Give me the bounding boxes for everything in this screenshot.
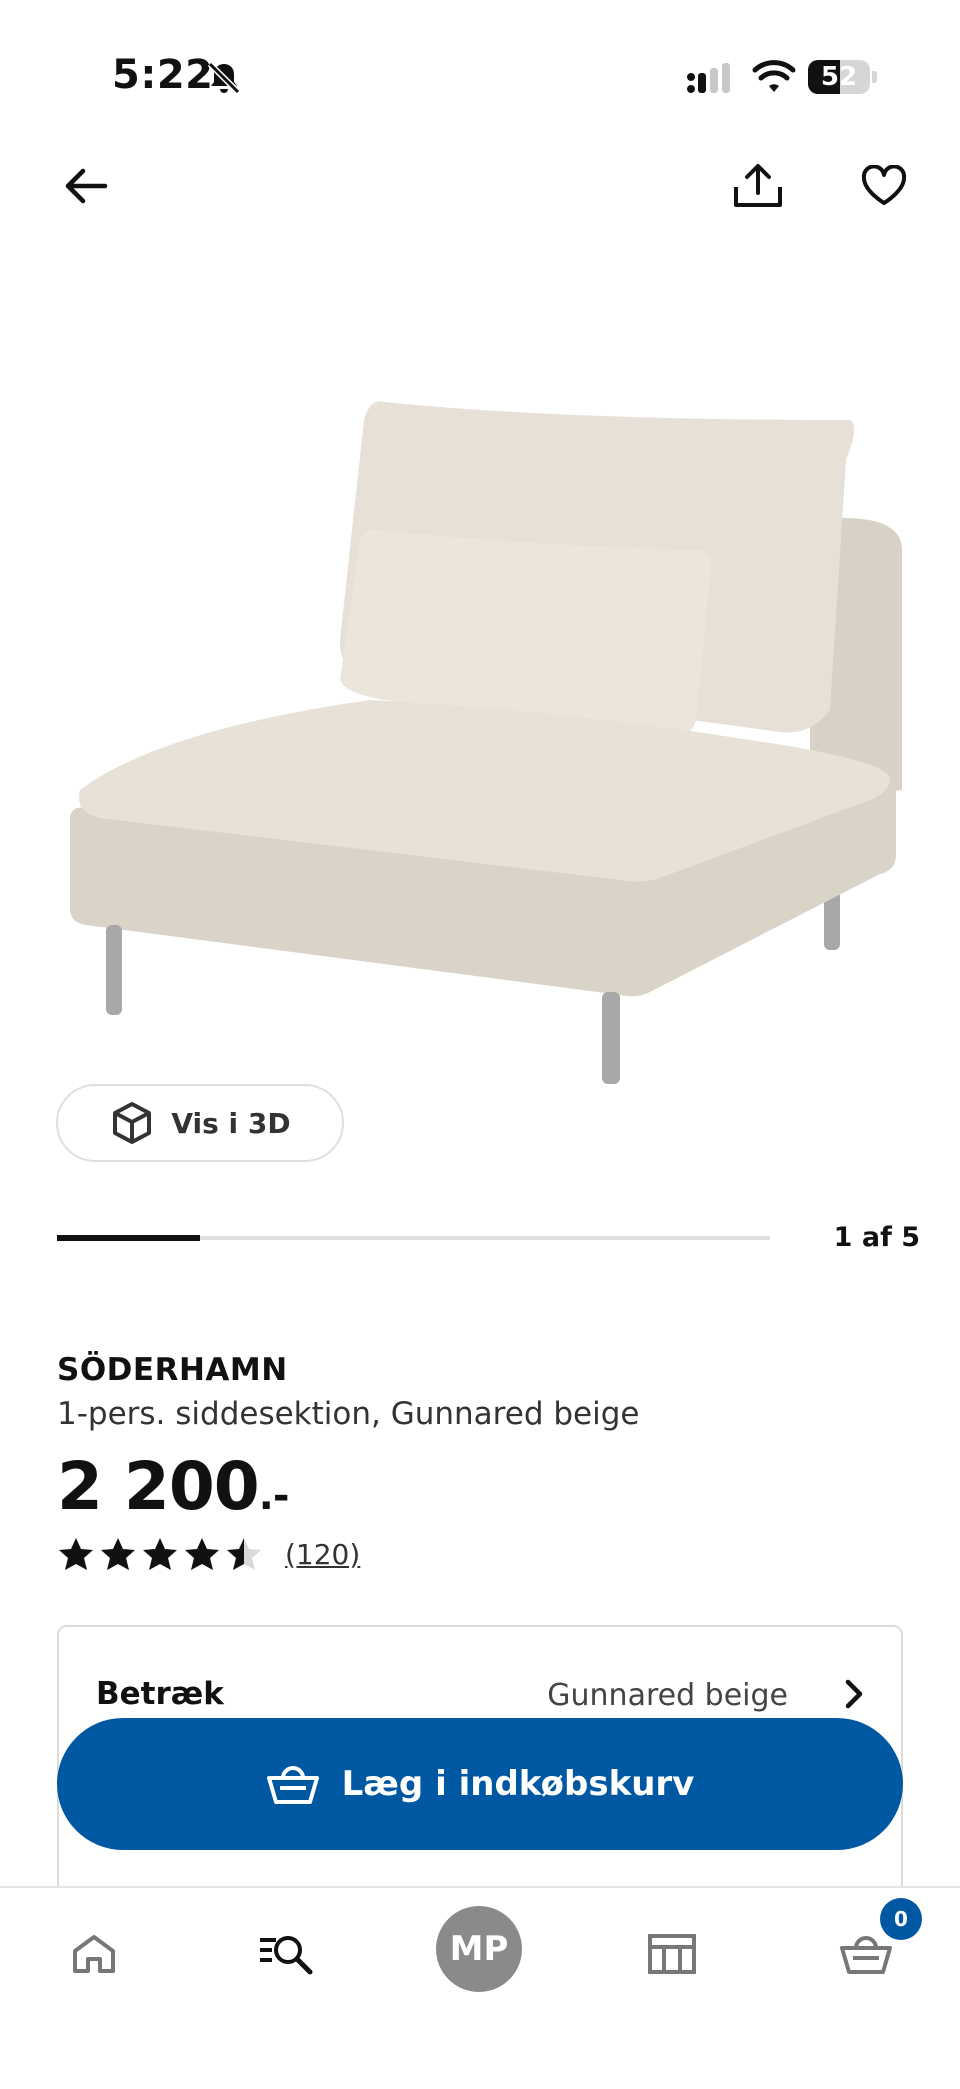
add-to-cart-button[interactable]: Læg i indkøbskurv (57, 1718, 903, 1850)
cube-icon (113, 1102, 152, 1144)
cart-count-badge: 0 (880, 1898, 922, 1940)
add-to-cart-label: Læg i indkøbskurv (341, 1764, 695, 1804)
product-image[interactable] (40, 380, 920, 1100)
cellular-signal-icon (687, 63, 730, 93)
view-3d-label: Vis i 3D (171, 1106, 291, 1140)
star-icon (59, 1538, 93, 1570)
battery-indicator: 52 (808, 60, 878, 94)
star-icon (143, 1538, 177, 1570)
star-icon (227, 1538, 261, 1570)
nav-stores[interactable] (632, 1914, 712, 1994)
nav-search[interactable] (246, 1914, 326, 1994)
favorite-button[interactable] (852, 154, 916, 218)
home-icon (73, 1935, 115, 1973)
carousel-progress-track (57, 1235, 770, 1241)
carousel-progress-fill (57, 1235, 200, 1241)
store-icon (648, 1934, 696, 1974)
share-icon (734, 164, 782, 207)
nav-home[interactable] (54, 1914, 134, 1994)
nav-profile-avatar[interactable]: MP (436, 1906, 522, 1992)
price-suffix: .- (258, 1473, 290, 1519)
review-count-link[interactable]: (120) (285, 1538, 360, 1571)
price-main: 2 200 (57, 1448, 260, 1525)
product-description: 1-pers. siddesektion, Gunnared beige (57, 1396, 640, 1432)
battery-percent: 52 (820, 62, 858, 92)
bell-off-icon (207, 61, 241, 95)
product-price: 2 200.- (57, 1448, 290, 1525)
cover-option-value[interactable]: Gunnared beige (430, 1678, 788, 1713)
share-button[interactable] (726, 154, 790, 218)
star-icon (185, 1538, 219, 1570)
chevron-right-icon[interactable] (836, 1674, 872, 1714)
sofa-illustration (70, 401, 902, 1084)
rating-stars (57, 1536, 263, 1572)
shopping-basket-icon (266, 1766, 319, 1804)
heart-icon (861, 165, 907, 205)
product-rating[interactable]: (120) (57, 1536, 360, 1572)
star-icon (101, 1538, 135, 1570)
view-3d-button[interactable]: Vis i 3D (56, 1084, 344, 1162)
arrow-left-icon (65, 168, 108, 204)
wifi-icon (752, 60, 796, 92)
cover-option-label[interactable]: Betræk (96, 1676, 224, 1712)
shopping-basket-icon (840, 1936, 892, 1974)
status-clock: 5:22 (112, 52, 214, 98)
search-menu-icon (260, 1936, 313, 1975)
back-button[interactable] (54, 154, 118, 218)
product-name: SÖDERHAMN (57, 1352, 288, 1388)
carousel-counter: 1 af 5 (833, 1222, 920, 1253)
